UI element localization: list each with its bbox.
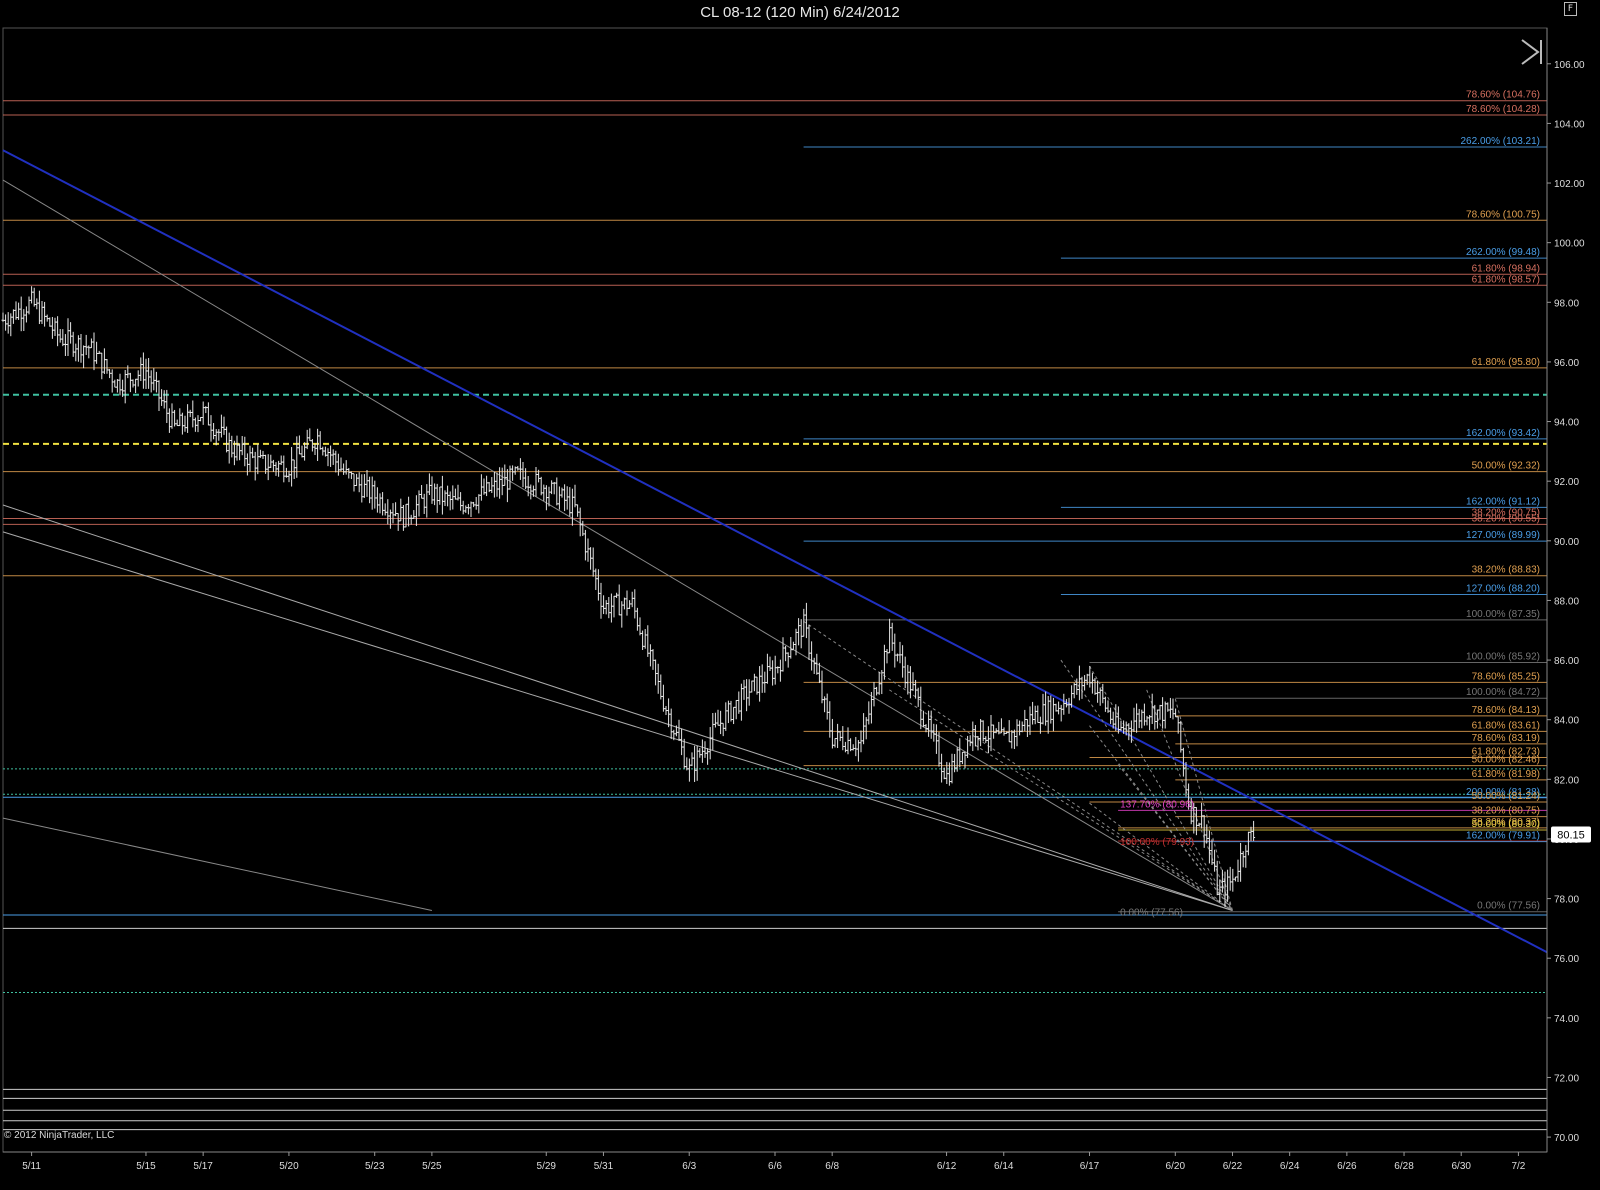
- x-axis: 5/11 5/15 5/17 5/20 5/23 5/25 5/29 5/31 6/3 6/6 6/…: [3, 1151, 1547, 1172]
- y-tick-label: 70.00: [1554, 1133, 1579, 1144]
- fib-label: 38.20% (90.55): [1472, 513, 1540, 524]
- x-tick-label: 5/29: [537, 1161, 557, 1172]
- fib-label: 50.00% (80.30): [1472, 819, 1540, 830]
- x-tick-label: 5/31: [594, 1161, 614, 1172]
- fib-label: 162.00% (93.42): [1466, 428, 1540, 439]
- y-tick-label: 74.00: [1554, 1014, 1579, 1025]
- fib-label: 100.00% (87.35): [1466, 609, 1540, 620]
- y-tick-label: 98.00: [1554, 298, 1579, 309]
- y-tick-label: 106.00: [1554, 60, 1585, 71]
- fib-label: 50.00% (82.46): [1472, 755, 1540, 766]
- y-tick-label: 78.00: [1554, 895, 1579, 906]
- x-tick-label: 6/17: [1080, 1161, 1100, 1172]
- x-tick-label: 6/28: [1394, 1161, 1414, 1172]
- y-tick-label: 104.00: [1554, 119, 1585, 130]
- x-tick-label: 5/15: [136, 1161, 156, 1172]
- fib-label: 78.60% (85.25): [1472, 671, 1540, 682]
- fib-label: 262.00% (99.48): [1466, 247, 1540, 258]
- x-tick-label: 5/17: [193, 1161, 213, 1172]
- fib-label: 162.00% (91.12): [1466, 496, 1540, 507]
- y-tick-label: 102.00: [1554, 179, 1585, 190]
- fib-label: 100.00% (85.92): [1466, 651, 1540, 662]
- y-tick-label: 84.00: [1554, 716, 1579, 727]
- fib-label: 262.00% (103.21): [1460, 136, 1540, 147]
- y-axis: 106.00 104.00 102.00 100.00 98.00 96.00 94.00 9…: [1546, 28, 1585, 1152]
- y-tick-label: 94.00: [1554, 418, 1579, 429]
- fib-label: 61.80% (98.94): [1472, 263, 1540, 274]
- y-tick-label: 76.00: [1554, 954, 1579, 965]
- fib-label: 61.80% (95.80): [1472, 357, 1540, 368]
- copyright-label: © 2012 NinjaTrader, LLC: [4, 1130, 115, 1141]
- fib-label: 127.00% (89.99): [1466, 530, 1540, 541]
- fib-label: 61.80% (81.98): [1472, 769, 1540, 780]
- price-chart[interactable]: 78.60% (104.76) 78.60% (104.28) 262.00% (1…: [0, 0, 1600, 1190]
- fib-label: 61.80% (83.61): [1472, 720, 1540, 731]
- window-title: CL 08-12 (120 Min) 6/24/2012: [700, 4, 900, 21]
- fib-label: 0.00% (77.56): [1120, 908, 1183, 919]
- x-tick-label: 6/14: [994, 1161, 1014, 1172]
- y-tick-label: 100.00: [1554, 239, 1585, 250]
- fib-label: 50.00% (92.32): [1472, 461, 1540, 472]
- fib-label: 38.20% (80.75): [1472, 806, 1540, 817]
- x-tick-label: 6/6: [768, 1161, 782, 1172]
- y-tick-label: 92.00: [1554, 477, 1579, 488]
- last-price-marker: 80.15: [1551, 826, 1591, 843]
- x-tick-label: 5/20: [279, 1161, 299, 1172]
- fib-label: 61.80% (98.57): [1472, 274, 1540, 285]
- x-tick-label: 7/2: [1511, 1161, 1525, 1172]
- fib-label: 127.00% (88.20): [1466, 583, 1540, 594]
- y-tick-label: 90.00: [1554, 537, 1579, 548]
- x-tick-label: 6/12: [937, 1161, 957, 1172]
- fib-label: 78.60% (84.13): [1472, 705, 1540, 716]
- x-tick-label: 5/25: [422, 1161, 442, 1172]
- x-tick-label: 6/8: [825, 1161, 839, 1172]
- x-tick-label: 6/24: [1280, 1161, 1300, 1172]
- y-tick-label: 88.00: [1554, 596, 1579, 607]
- x-tick-label: 6/3: [682, 1161, 696, 1172]
- fib-label: 78.60% (100.75): [1466, 209, 1540, 220]
- fib-label: 100.00% (79.93): [1120, 837, 1194, 848]
- fib-label: 78.60% (104.76): [1466, 90, 1540, 101]
- x-tick-label: 5/23: [365, 1161, 385, 1172]
- x-tick-label: 6/26: [1337, 1161, 1357, 1172]
- fib-label: 0.00% (77.56): [1477, 901, 1540, 912]
- y-tick-label: 72.00: [1554, 1073, 1579, 1084]
- y-tick-label: 82.00: [1554, 775, 1579, 786]
- x-tick-label: 6/22: [1223, 1161, 1243, 1172]
- fib-label: 162.00% (79.91): [1466, 831, 1540, 842]
- last-price-label: 80.15: [1557, 829, 1585, 841]
- fib-label: 137.70% (80.96): [1120, 799, 1194, 810]
- f-button[interactable]: F: [1564, 2, 1577, 16]
- x-tick-label: 6/30: [1451, 1161, 1471, 1172]
- fib-label: 38.20% (88.83): [1472, 565, 1540, 576]
- x-tick-label: 5/11: [22, 1161, 41, 1172]
- y-tick-label: 86.00: [1554, 656, 1579, 667]
- fib-label: 50.00% (81.24): [1472, 791, 1540, 802]
- y-tick-label: 96.00: [1554, 358, 1579, 369]
- plot-area[interactable]: [2, 27, 1548, 1153]
- fib-label: 78.60% (83.19): [1472, 733, 1540, 744]
- fib-label: 78.60% (104.28): [1466, 104, 1540, 115]
- x-tick-label: 6/20: [1166, 1161, 1186, 1172]
- fib-label: 100.00% (84.72): [1466, 687, 1540, 698]
